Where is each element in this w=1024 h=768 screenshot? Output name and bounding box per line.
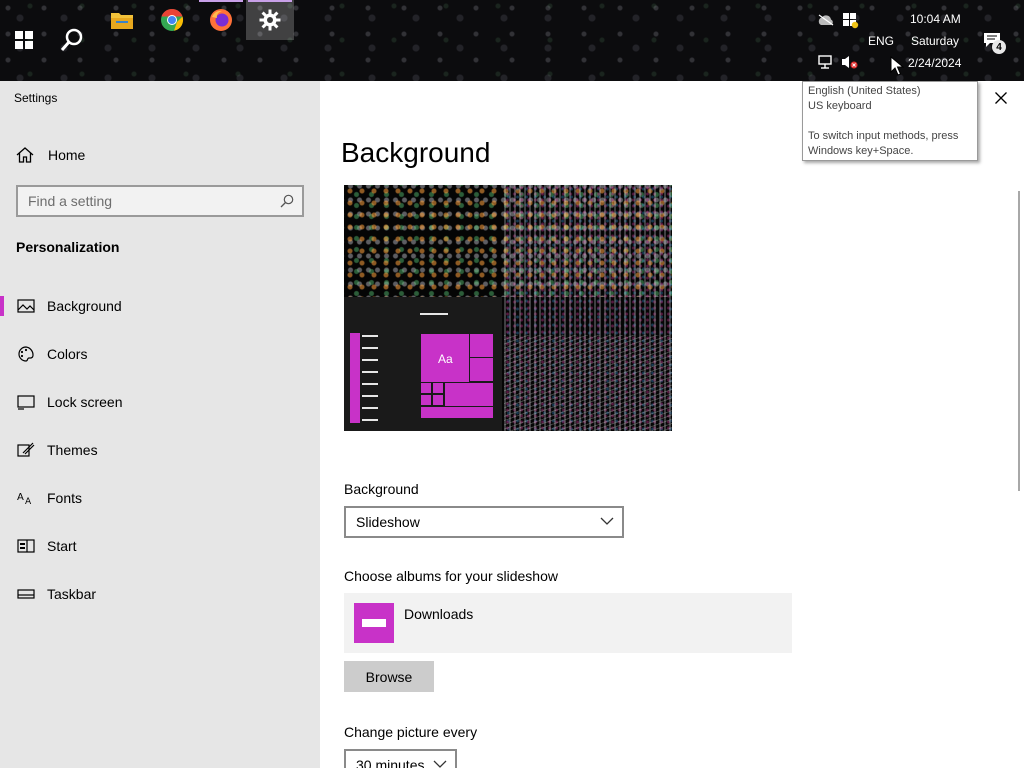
chevron-down-icon	[433, 760, 447, 768]
preview-menu-line	[362, 347, 378, 349]
windows-logo-icon	[15, 31, 33, 49]
clock-time[interactable]: 10:04 AM	[910, 12, 961, 26]
notification-count-badge: 4	[992, 40, 1006, 54]
preview-menu-line	[362, 359, 378, 361]
start-icon	[17, 539, 35, 553]
themes-icon	[17, 442, 35, 457]
preview-tile	[469, 357, 494, 382]
nav-item-colors[interactable]: Colors	[0, 334, 320, 374]
chevron-down-icon	[600, 517, 614, 525]
close-icon	[995, 92, 1007, 104]
nav-home[interactable]: Home	[0, 135, 320, 175]
fonts-icon: AA	[17, 492, 32, 506]
preview-menu-line	[362, 335, 378, 337]
background-type-dropdown[interactable]: Slideshow	[344, 506, 624, 538]
search-input[interactable]	[18, 187, 274, 215]
preview-tile-text: Aa	[438, 352, 453, 366]
windows-security-icon[interactable]	[840, 10, 860, 30]
background-type-value: Slideshow	[356, 514, 420, 530]
search-icon	[60, 28, 83, 51]
lock-screen-icon	[17, 395, 35, 410]
section-title: Personalization	[16, 239, 120, 255]
change-picture-interval-dropdown[interactable]: 30 minutes	[344, 749, 457, 768]
background-preview: Aa	[344, 185, 672, 431]
nav-item-label: Colors	[47, 346, 88, 362]
file-explorer-button[interactable]	[98, 0, 146, 40]
settings-icon	[259, 9, 281, 31]
browse-button[interactable]: Browse	[344, 661, 434, 692]
preview-wallpaper-bands	[504, 335, 672, 431]
onedrive-offline-icon[interactable]	[816, 10, 836, 30]
file-explorer-icon	[111, 13, 133, 29]
clock-day[interactable]: Saturday	[911, 34, 959, 48]
nav-item-label: Taskbar	[47, 586, 97, 602]
taskbar-icon	[17, 589, 35, 599]
clock-date[interactable]: 2/24/2024	[908, 56, 961, 70]
change-picture-interval-value: 30 minutes	[356, 757, 425, 768]
tooltip-hint-line1: To switch input methods, press	[808, 130, 959, 142]
nav-item-start[interactable]: Start	[0, 526, 320, 566]
search-button[interactable]	[48, 16, 96, 64]
preview-menu-line	[362, 407, 378, 409]
nav-item-label: Lock screen	[47, 394, 123, 410]
preview-tile-wide	[420, 406, 494, 419]
settings-search-box[interactable]	[16, 185, 304, 217]
preview-menu-line	[362, 371, 378, 373]
nav-item-lock-screen[interactable]: Lock screen	[0, 382, 320, 422]
volume-muted-icon[interactable]	[840, 52, 860, 72]
input-language-tooltip: English (United States) US keyboard To s…	[802, 81, 978, 161]
nav-item-background[interactable]: Background	[0, 286, 320, 326]
nav-item-themes[interactable]: Themes	[0, 430, 320, 470]
preview-menu-line	[362, 383, 378, 385]
preview-tile	[432, 394, 444, 406]
folder-icon	[354, 603, 394, 643]
taskbar: ENG 10:04 AM Saturday 2/24/2024 4	[0, 0, 1024, 81]
settings-sidebar: Settings Home Personalization Background…	[0, 81, 320, 768]
nav-item-taskbar[interactable]: Taskbar	[0, 574, 320, 614]
tooltip-hint-line2: Windows key+Space.	[808, 145, 914, 157]
settings-app-button[interactable]	[246, 0, 294, 40]
nav-item-label: Themes	[47, 442, 98, 458]
firefox-icon	[210, 9, 232, 31]
preview-tile	[469, 333, 494, 358]
nav-home-label: Home	[48, 147, 86, 163]
palette-icon	[18, 346, 34, 362]
preview-menu-line	[362, 419, 378, 421]
albums-label: Choose albums for your slideshow	[344, 568, 558, 584]
nav-item-label: Fonts	[47, 490, 83, 506]
preview-start-sidebar	[350, 333, 360, 423]
preview-menu-line	[362, 395, 378, 397]
chrome-button[interactable]	[148, 0, 196, 40]
nav-item-label: Background	[47, 298, 122, 314]
album-item-downloads[interactable]: Downloads	[344, 593, 792, 653]
svg-text:A: A	[17, 492, 24, 503]
search-icon[interactable]	[280, 194, 294, 208]
preview-tile	[432, 382, 444, 394]
svg-text:A: A	[25, 497, 32, 506]
scrollbar[interactable]	[1018, 191, 1020, 491]
preview-tile-wide	[444, 382, 494, 407]
album-name: Downloads	[404, 606, 474, 622]
background-type-label: Background	[344, 481, 419, 497]
preview-menu-line	[420, 313, 448, 315]
main-content: Background Aa Background Slideshow Choos…	[320, 81, 1024, 768]
firefox-button[interactable]	[197, 0, 245, 40]
picture-icon	[17, 299, 35, 313]
network-icon[interactable]	[816, 52, 836, 72]
close-button[interactable]	[986, 83, 1016, 113]
tooltip-language: English (United States)	[808, 85, 921, 97]
preview-tile	[420, 382, 432, 394]
chrome-icon	[161, 8, 184, 31]
start-button[interactable]	[0, 16, 48, 64]
page-title: Background	[341, 137, 491, 168]
window-title: Settings	[14, 91, 58, 105]
tooltip-keyboard: US keyboard	[808, 100, 872, 112]
input-language-indicator[interactable]: ENG	[868, 34, 894, 48]
nav-item-fonts[interactable]: AA Fonts	[0, 478, 320, 518]
nav-item-label: Start	[47, 538, 77, 554]
mouse-cursor-icon	[890, 56, 904, 76]
home-icon	[16, 147, 34, 163]
change-picture-label: Change picture every	[344, 724, 478, 740]
preview-tile	[420, 394, 432, 406]
